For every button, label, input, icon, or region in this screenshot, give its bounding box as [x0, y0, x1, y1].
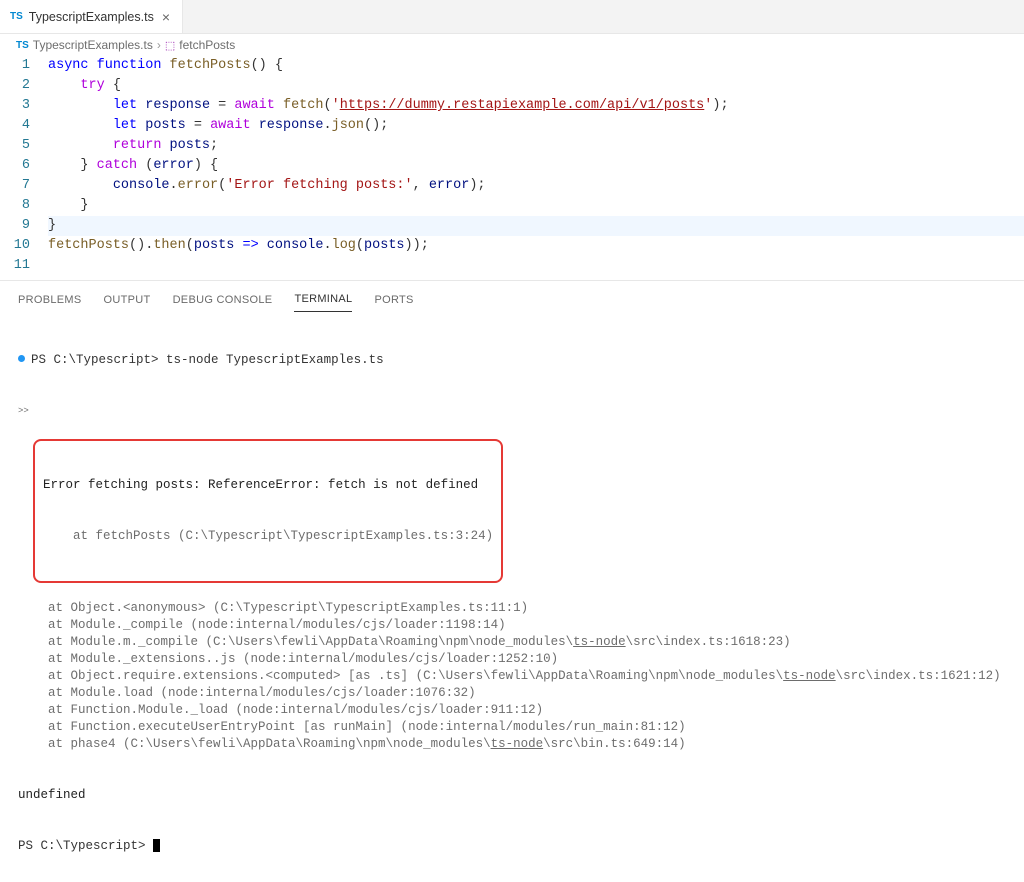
terminal-prompt-path: PS C:\Typescript>: [31, 353, 159, 367]
panel-tab-problems[interactable]: PROBLEMS: [18, 294, 82, 312]
chevron-right-icon: ›: [157, 38, 161, 52]
terminal-prompt-line: PS C:\Typescript>: [18, 838, 1006, 855]
breadcrumb-file[interactable]: TypescriptExamples.ts: [33, 38, 153, 52]
terminal-prompt-path: PS C:\Typescript>: [18, 839, 146, 853]
terminal-stack-line: at Module._compile (node:internal/module…: [18, 617, 1006, 634]
ts-icon: TS: [10, 11, 23, 22]
editor-tab-bar: TS TypescriptExamples.ts ×: [0, 0, 1024, 34]
terminal-cursor: [153, 839, 160, 852]
terminal-raw-marker: >>: [18, 403, 1006, 420]
terminal-prompt-line: PS C:\Typescript> ts-node TypescriptExam…: [18, 352, 1006, 369]
terminal-stack-line: at Function.Module._load (node:internal/…: [18, 702, 1006, 719]
panel-tab-output[interactable]: OUTPUT: [104, 294, 151, 312]
code-line[interactable]: } catch (error) {: [48, 156, 1024, 176]
code-line[interactable]: return posts;: [48, 136, 1024, 156]
status-dot-icon: [18, 355, 25, 362]
terminal-stack-line: at Module.load (node:internal/modules/cj…: [18, 685, 1006, 702]
panel-tab-debug-console[interactable]: DEBUG CONSOLE: [173, 294, 273, 312]
breadcrumb[interactable]: TS TypescriptExamples.ts › ⬚ fetchPosts: [0, 34, 1024, 56]
code-editor[interactable]: 1234567891011 async function fetchPosts(…: [0, 56, 1024, 276]
terminal-error-main: Error fetching posts: ReferenceError: fe…: [43, 477, 493, 494]
panel-tab-ports[interactable]: PORTS: [374, 294, 413, 312]
code-line[interactable]: async function fetchPosts() {: [48, 56, 1024, 76]
panel-tab-terminal[interactable]: TERMINAL: [294, 293, 352, 312]
breadcrumb-symbol[interactable]: fetchPosts: [179, 38, 235, 52]
code-line[interactable]: }: [48, 196, 1024, 216]
terminal-stack-line: at Object.require.extensions.<computed> …: [18, 668, 1006, 685]
code-line[interactable]: let response = await fetch('https://dumm…: [48, 96, 1024, 116]
close-icon[interactable]: ×: [160, 10, 172, 24]
code-line[interactable]: console.error('Error fetching posts:', e…: [48, 176, 1024, 196]
tab-filename: TypescriptExamples.ts: [29, 10, 154, 24]
terminal-stack-line: at Module._extensions..js (node:internal…: [18, 651, 1006, 668]
terminal-command: ts-node TypescriptExamples.ts: [166, 353, 384, 367]
line-number-gutter: 1234567891011: [0, 56, 44, 276]
code-line[interactable]: fetchPosts().then(posts => console.log(p…: [48, 236, 1024, 256]
terminal-undefined-output: undefined: [18, 787, 1006, 804]
terminal-error-at: at fetchPosts (C:\Typescript\TypescriptE…: [43, 528, 493, 545]
code-line[interactable]: try {: [48, 76, 1024, 96]
terminal-stack-line: at phase4 (C:\Users\fewli\AppData\Roamin…: [18, 736, 1006, 753]
editor-tab-typescriptexamples[interactable]: TS TypescriptExamples.ts ×: [0, 0, 183, 33]
terminal-stack-line: at Module.m._compile (C:\Users\fewli\App…: [18, 634, 1006, 651]
bottom-panel-tabs: PROBLEMS OUTPUT DEBUG CONSOLE TERMINAL PORTS: [0, 280, 1024, 312]
terminal-stack-line: at Function.executeUserEntryPoint [as ru…: [18, 719, 1006, 736]
code-content[interactable]: async function fetchPosts() { try { let …: [44, 56, 1024, 276]
code-line[interactable]: let posts = await response.json();: [48, 116, 1024, 136]
terminal-stack-line: at Object.<anonymous> (C:\Typescript\Typ…: [18, 600, 1006, 617]
terminal-error-highlight: Error fetching posts: ReferenceError: fe…: [33, 439, 503, 583]
method-icon: ⬚: [165, 39, 175, 52]
code-line[interactable]: }: [48, 216, 1024, 236]
ts-icon: TS: [16, 40, 29, 51]
terminal-panel[interactable]: PS C:\Typescript> ts-node TypescriptExam…: [0, 312, 1024, 882]
